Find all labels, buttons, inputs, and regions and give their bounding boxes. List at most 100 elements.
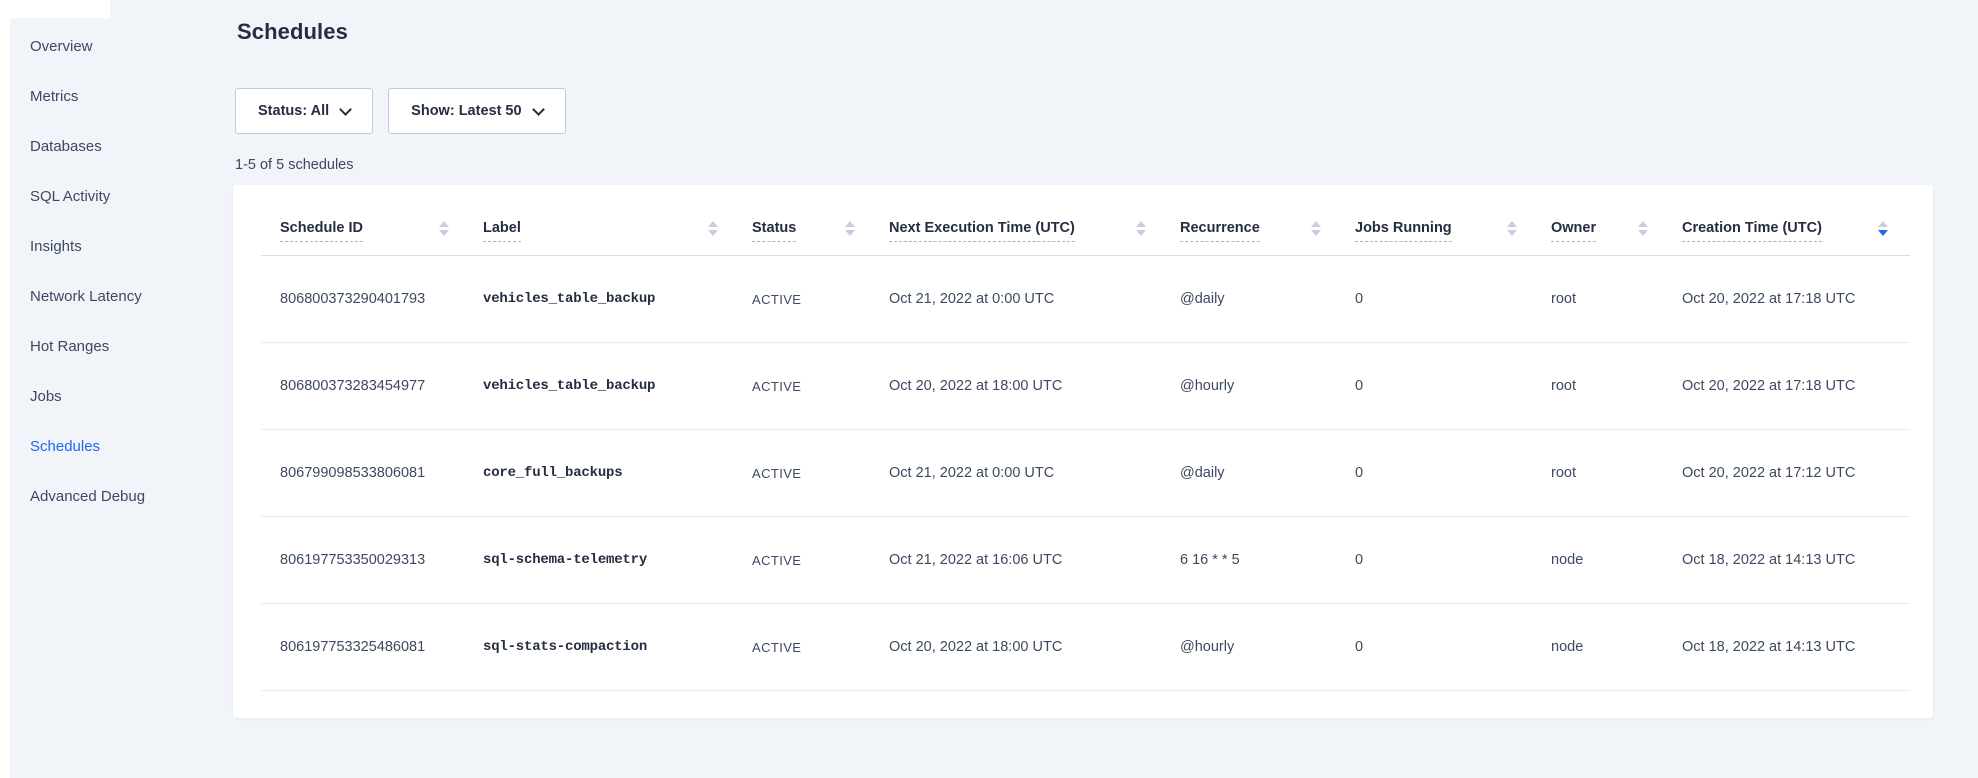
cell-jobs-running: 0 xyxy=(1355,256,1551,342)
sidebar-item-metrics[interactable]: Metrics xyxy=(30,71,220,121)
chevron-down-icon xyxy=(339,103,352,116)
sidebar-item-insights[interactable]: Insights xyxy=(30,221,220,271)
table-row: 806800373290401793vehicles_table_backupA… xyxy=(261,256,1910,343)
page-title: Schedules xyxy=(237,19,348,45)
column-header-label-status: Status xyxy=(752,220,796,242)
sort-icon xyxy=(439,221,449,236)
chevron-down-icon xyxy=(532,103,545,116)
status-filter-dropdown[interactable]: Status: All xyxy=(235,88,373,134)
sort-up-arrow-icon xyxy=(845,221,855,227)
table-row: 806197753325486081sql-stats-compactionAC… xyxy=(261,604,1910,691)
sort-up-arrow-icon xyxy=(1136,221,1146,227)
cell-status: ACTIVE xyxy=(752,343,889,429)
cell-creation-time-utc: Oct 18, 2022 at 14:13 UTC xyxy=(1682,517,1910,603)
table-body: 806800373290401793vehicles_table_backupA… xyxy=(261,256,1910,691)
column-header-owner[interactable]: Owner xyxy=(1551,185,1682,255)
sort-icon xyxy=(1878,221,1888,236)
column-header-label-schedule-id: Schedule ID xyxy=(280,220,363,242)
status-filter-label: Status: All xyxy=(258,103,329,119)
cell-label: vehicles_table_backup xyxy=(483,256,752,342)
column-header-label[interactable]: Label xyxy=(483,185,752,255)
sort-icon xyxy=(708,221,718,236)
cell-next-execution-time-utc: Oct 20, 2022 at 18:00 UTC xyxy=(889,343,1180,429)
column-header-label-recurrence: Recurrence xyxy=(1180,220,1260,242)
sidebar-item-sql-activity[interactable]: SQL Activity xyxy=(30,171,220,221)
sort-down-arrow-icon xyxy=(1878,230,1888,236)
cell-creation-time-utc: Oct 18, 2022 at 14:13 UTC xyxy=(1682,604,1910,690)
cell-label: sql-schema-telemetry xyxy=(483,517,752,603)
sort-down-arrow-icon xyxy=(439,230,449,236)
sort-icon xyxy=(845,221,855,236)
sidebar-item-overview[interactable]: Overview xyxy=(30,21,220,71)
sort-icon xyxy=(1638,221,1648,236)
sort-icon xyxy=(1507,221,1517,236)
sidebar-item-network-latency[interactable]: Network Latency xyxy=(30,271,220,321)
cell-jobs-running: 0 xyxy=(1355,343,1551,429)
table-row: 806197753350029313sql-schema-telemetryAC… xyxy=(261,517,1910,604)
cell-owner: node xyxy=(1551,604,1682,690)
cell-label: vehicles_table_backup xyxy=(483,343,752,429)
sort-up-arrow-icon xyxy=(1878,221,1888,227)
cell-owner: root xyxy=(1551,256,1682,342)
cell-status: ACTIVE xyxy=(752,517,889,603)
sidebar-item-hot-ranges[interactable]: Hot Ranges xyxy=(30,321,220,371)
cell-recurrence: @daily xyxy=(1180,256,1355,342)
sort-down-arrow-icon xyxy=(1507,230,1517,236)
sort-up-arrow-icon xyxy=(1638,221,1648,227)
show-filter-dropdown[interactable]: Show: Latest 50 xyxy=(388,88,565,134)
sort-down-arrow-icon xyxy=(1311,230,1321,236)
cell-jobs-running: 0 xyxy=(1355,430,1551,516)
column-header-status[interactable]: Status xyxy=(752,185,889,255)
sort-down-arrow-icon xyxy=(708,230,718,236)
column-header-label-jobs-running: Jobs Running xyxy=(1355,220,1452,242)
column-header-label-label: Label xyxy=(483,220,521,242)
column-header-label-creation-time-utc: Creation Time (UTC) xyxy=(1682,220,1822,242)
cell-next-execution-time-utc: Oct 20, 2022 at 18:00 UTC xyxy=(889,604,1180,690)
sort-down-arrow-icon xyxy=(1638,230,1648,236)
sidebar-item-advanced-debug[interactable]: Advanced Debug xyxy=(30,471,220,521)
cell-schedule-id: 806197753350029313 xyxy=(261,517,483,603)
cell-label: sql-stats-compaction xyxy=(483,604,752,690)
table-row: 806799098533806081core_full_backupsACTIV… xyxy=(261,430,1910,517)
column-header-recurrence[interactable]: Recurrence xyxy=(1180,185,1355,255)
column-header-next-execution-time-utc[interactable]: Next Execution Time (UTC) xyxy=(889,185,1180,255)
cell-owner: node xyxy=(1551,517,1682,603)
sidebar-item-databases[interactable]: Databases xyxy=(30,121,220,171)
sort-up-arrow-icon xyxy=(708,221,718,227)
table-header-row: Schedule ID Label Status Next Execution … xyxy=(261,185,1910,256)
sort-down-arrow-icon xyxy=(845,230,855,236)
results-count: 1-5 of 5 schedules xyxy=(235,157,354,173)
cell-recurrence: 6 16 * * 5 xyxy=(1180,517,1355,603)
cell-creation-time-utc: Oct 20, 2022 at 17:18 UTC xyxy=(1682,256,1910,342)
cell-recurrence: @hourly xyxy=(1180,343,1355,429)
sidebar-item-jobs[interactable]: Jobs xyxy=(30,371,220,421)
cell-owner: root xyxy=(1551,430,1682,516)
table-row: 806800373283454977vehicles_table_backupA… xyxy=(261,343,1910,430)
cell-creation-time-utc: Oct 20, 2022 at 17:18 UTC xyxy=(1682,343,1910,429)
schedules-table: Schedule ID Label Status Next Execution … xyxy=(261,185,1910,691)
sort-down-arrow-icon xyxy=(1136,230,1146,236)
cell-schedule-id: 806800373283454977 xyxy=(261,343,483,429)
sort-up-arrow-icon xyxy=(439,221,449,227)
column-header-jobs-running[interactable]: Jobs Running xyxy=(1355,185,1551,255)
cell-owner: root xyxy=(1551,343,1682,429)
cell-label: core_full_backups xyxy=(483,430,752,516)
sort-icon xyxy=(1136,221,1146,236)
cell-schedule-id: 806197753325486081 xyxy=(261,604,483,690)
sidebar-item-schedules[interactable]: Schedules xyxy=(30,421,220,471)
column-header-label-owner: Owner xyxy=(1551,220,1596,242)
sort-icon xyxy=(1311,221,1321,236)
show-filter-label: Show: Latest 50 xyxy=(411,103,521,119)
column-header-creation-time-utc[interactable]: Creation Time (UTC) xyxy=(1682,185,1910,255)
schedules-table-card: Schedule ID Label Status Next Execution … xyxy=(233,185,1933,718)
cell-jobs-running: 0 xyxy=(1355,517,1551,603)
column-header-label-next-execution-time-utc: Next Execution Time (UTC) xyxy=(889,220,1075,242)
cell-status: ACTIVE xyxy=(752,604,889,690)
cell-recurrence: @daily xyxy=(1180,430,1355,516)
cell-recurrence: @hourly xyxy=(1180,604,1355,690)
cell-jobs-running: 0 xyxy=(1355,604,1551,690)
column-header-schedule-id[interactable]: Schedule ID xyxy=(261,185,483,255)
sort-up-arrow-icon xyxy=(1507,221,1517,227)
cell-creation-time-utc: Oct 20, 2022 at 17:12 UTC xyxy=(1682,430,1910,516)
sort-up-arrow-icon xyxy=(1311,221,1321,227)
